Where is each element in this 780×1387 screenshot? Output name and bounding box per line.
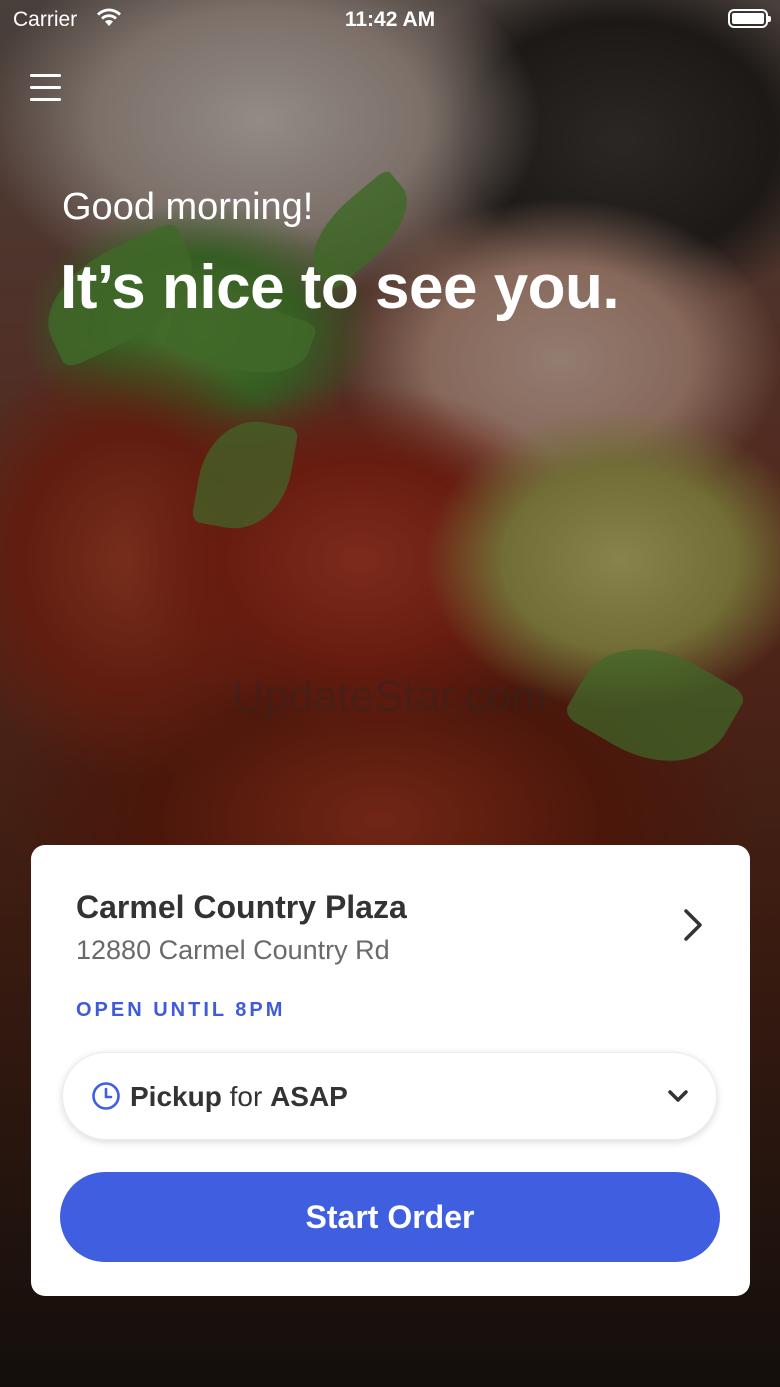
order-mode-time: ASAP xyxy=(270,1081,348,1112)
chevron-down-icon xyxy=(668,1090,688,1102)
greeting-text: Good morning! xyxy=(62,186,314,228)
clock-time: 11:42 AM xyxy=(344,8,436,31)
status-bar: Carrier 11:42 AM xyxy=(0,0,780,40)
battery-icon xyxy=(728,9,771,28)
clock-icon xyxy=(92,1082,120,1110)
start-order-button[interactable]: Start Order xyxy=(60,1172,720,1262)
store-card: Carmel Country Plaza 12880 Carmel Countr… xyxy=(31,845,750,1296)
store-hours: OPEN UNTIL 8PM xyxy=(76,999,286,1021)
store-address: 12880 Carmel Country Rd xyxy=(76,935,390,965)
order-mode-type: Pickup xyxy=(130,1081,222,1112)
watermark-text: UpdateStar.com xyxy=(232,672,548,721)
order-mode-connector: for xyxy=(229,1081,263,1112)
order-mode-text: Pickup for ASAP xyxy=(130,1081,348,1113)
welcome-headline: It’s nice to see you. xyxy=(60,253,620,322)
chevron-right-icon[interactable] xyxy=(681,907,705,943)
hamburger-menu-icon[interactable] xyxy=(30,74,61,102)
store-name: Carmel Country Plaza xyxy=(76,889,407,925)
order-mode-selector[interactable]: Pickup for ASAP xyxy=(62,1052,717,1140)
